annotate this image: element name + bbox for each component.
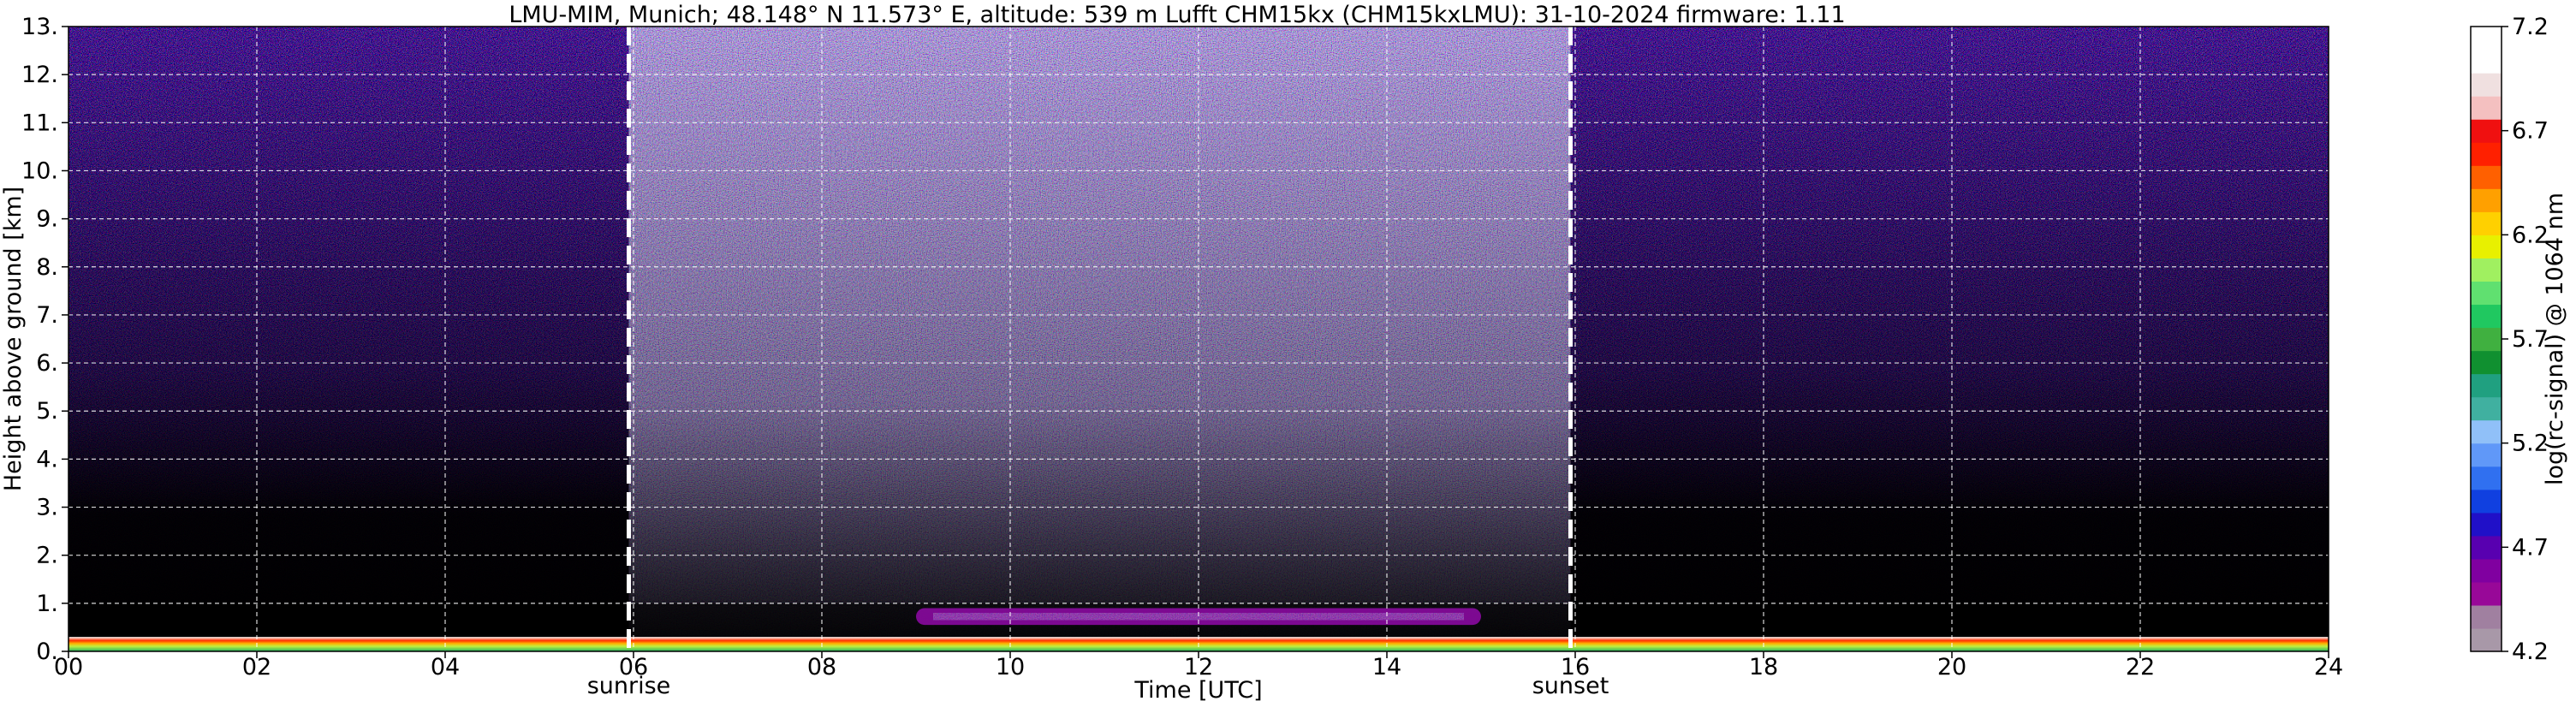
x-tick-label: 24 (2314, 654, 2343, 680)
x-tick-label: 04 (431, 654, 460, 680)
y-tick-label: 6. (36, 350, 58, 377)
y-tick-label: 8. (36, 254, 58, 281)
x-tick-label: 06 (619, 654, 648, 680)
colorbar-segment (2471, 466, 2502, 490)
lidar-chart: LMU-MIM, Munich; 48.148° N 11.573° E, al… (0, 2, 2568, 704)
colorbar: 4.24.75.25.76.26.77.2 (2470, 14, 2549, 665)
colorbar-segment (2471, 258, 2502, 282)
colorbar-segment (2471, 396, 2502, 421)
y-tick-label: 0. (36, 639, 58, 665)
colorbar-segment (2471, 512, 2502, 537)
x-axis-label: Time [UTC] (1133, 677, 1262, 704)
colorbar-segment (2471, 142, 2502, 166)
chart-title: LMU-MIM, Munich; 48.148° N 11.573° E, al… (509, 2, 1845, 28)
x-tick-label: 16 (1561, 654, 1590, 680)
colorbar-segment (2471, 419, 2502, 444)
colorbar-segment (2471, 50, 2502, 74)
y-tick-label: 7. (36, 302, 58, 329)
colorbar-segment (2471, 96, 2502, 120)
y-tick-label: 11. (21, 110, 58, 136)
colorbar-tick-label: 4.2 (2512, 639, 2549, 665)
colorbar-segment (2471, 119, 2502, 143)
colorbar-segment (2471, 281, 2502, 306)
y-tick-label: 9. (36, 206, 58, 233)
colorbar-segment (2471, 535, 2502, 560)
colorbar-segment (2471, 350, 2502, 375)
colorbar-segment (2471, 581, 2502, 606)
colorbar-tick-label: 6.7 (2512, 118, 2549, 145)
colorbar-segment (2471, 558, 2502, 583)
x-tick-label: 10 (996, 654, 1025, 680)
x-tick-label: 18 (1749, 654, 1778, 680)
x-axis: 00 02 04 06 08 10 12 14 16 18 20 22 24 (54, 651, 2343, 680)
colorbar-segment (2471, 489, 2502, 514)
colorbar-segment (2471, 211, 2502, 235)
colorbar-segment (2471, 604, 2502, 629)
colorbar-tick-label: 4.7 (2512, 534, 2549, 561)
y-tick-label: 3. (36, 495, 58, 521)
colorbar-segment (2471, 327, 2502, 352)
y-tick-label: 10. (21, 157, 58, 184)
y-tick-label: 13. (21, 14, 58, 40)
colorbar-tick-label: 7.2 (2512, 14, 2549, 40)
x-tick-label: 08 (807, 654, 836, 680)
colorbar-segment (2471, 165, 2502, 189)
x-tick-label: 22 (2126, 654, 2155, 680)
colorbar-segment (2471, 373, 2502, 398)
title: LMU-MIM, Munich; 48.148° N 11.573° E, al… (509, 2, 1845, 28)
x-tick-label: 20 (1937, 654, 1966, 680)
colorbar-segment (2471, 627, 2502, 652)
daylight-fade (628, 27, 1571, 651)
colorbar-segment (2471, 304, 2502, 329)
y-tick-label: 12. (21, 62, 58, 88)
colorbar-segment (2471, 73, 2502, 97)
y-tick-label: 4. (36, 446, 58, 472)
colorbar-segment (2471, 443, 2502, 467)
colorbar-segment (2471, 27, 2502, 50)
colorbar-segment (2471, 188, 2502, 212)
y-axis-label: Height above ground [km] (0, 187, 27, 491)
colorbar-segment (2471, 235, 2502, 258)
x-tick-label: 02 (242, 654, 271, 680)
y-tick-label: 2. (36, 543, 58, 569)
y-axis: 0. 1. 2. 3. 4. 5. 6. 7. 8. 9. 10. 11. 12. 13. (21, 14, 68, 665)
y-tick-label: 5. (36, 398, 58, 425)
x-tick-label: 14 (1372, 654, 1401, 680)
colorbar-label: log(rc-signal) @ 1064 nm (2542, 193, 2568, 485)
y-tick-label: 1. (36, 591, 58, 617)
